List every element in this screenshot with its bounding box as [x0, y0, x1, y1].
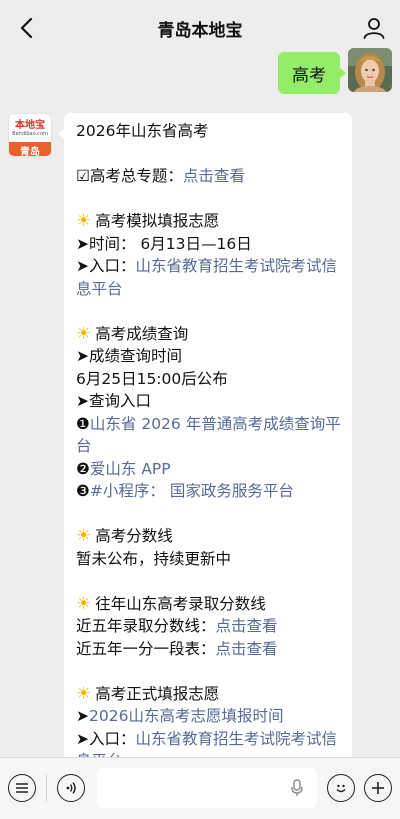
bot-avatar-logo: 本地宝 Bendibao.com [9, 114, 51, 142]
apply-time: ➤2026山东高考志愿填报时间 [76, 705, 342, 728]
score-entry-3: ❸#小程序： 国家政务服务平台 [76, 480, 342, 503]
back-button[interactable] [10, 12, 42, 44]
profile-button[interactable] [358, 12, 390, 44]
section-score-title-text: 高考成绩查询 [95, 324, 189, 343]
score-entry-2: ❷爱山东 APP [76, 458, 342, 481]
sun-icon: ☀ [76, 323, 92, 344]
cutoff-status: 暂未公布，持续更新中 [76, 549, 232, 568]
menu-list-icon [16, 783, 28, 793]
history-cutoff-label: 近五年录取分数线： [76, 617, 216, 635]
section-mock-title: ☀ 高考模拟填报志愿 [76, 210, 342, 233]
score-entry-1: ❶山东省 2026 年普通高考成绩查询平台 [76, 413, 342, 458]
score-entry-2-link[interactable]: 爱山东 APP [90, 460, 171, 478]
mock-time: ➤时间： 6月13日—16日 [76, 234, 252, 253]
menu-button[interactable] [8, 774, 36, 802]
input-bar-divider [46, 775, 47, 801]
bot-message-bubble: 2026年山东省高考 ☑高考总专题：点击查看 ☀ 高考模拟填报志愿 ➤时间： 6月… [64, 113, 352, 763]
topic-link[interactable]: 点击查看 [183, 167, 245, 185]
mock-entry: ➤入口：山东省教育招生考试院考试信息平台 [76, 255, 342, 300]
section-history-title-text: 往年山东高考录取分数线 [95, 594, 266, 613]
history-rank-label: 近五年一分一段表： [76, 639, 216, 658]
user-avatar-image [348, 48, 392, 92]
section-score-title: ☀ 高考成绩查询 [76, 323, 342, 346]
voice-button[interactable] [57, 774, 85, 802]
chevron-left-icon [20, 17, 33, 39]
emoji-icon [336, 784, 346, 793]
user-message-text: 高考 [292, 65, 326, 86]
section-mock-title-text: 高考模拟填报志愿 [95, 212, 220, 230]
user-message-bubble[interactable]: 高考 [278, 52, 346, 94]
person-icon [363, 18, 385, 39]
message-title: 2026年山东省高考 [76, 122, 209, 140]
score-entry-1-link[interactable]: 山东省 2026 年普通高考成绩查询平台 [76, 415, 341, 456]
plus-button[interactable] [364, 774, 392, 802]
mic-icon[interactable] [291, 779, 303, 797]
bot-avatar[interactable]: 本地宝 Bendibao.com 青岛 [8, 113, 52, 157]
score-time-value: 6月25日15:00后公布 [76, 369, 228, 388]
bot-avatar-site: Bendibao.com [12, 130, 48, 137]
score-entry-2-num: ❷ [76, 459, 90, 478]
sun-icon: ☀ [76, 683, 92, 704]
bot-avatar-logo-text: 本地宝 [15, 119, 45, 131]
bot-avatar-city: 青岛 [9, 142, 51, 156]
voice-icon [66, 782, 76, 794]
section-cutoff-title-text: 高考分数线 [95, 527, 173, 545]
apply-time-arrow: ➤ [76, 707, 89, 725]
history-rank: 近五年一分一段表：点击查看 [76, 638, 342, 661]
topic-label: ☑高考总专题： [76, 167, 183, 185]
apply-entry-label: ➤入口： [76, 729, 136, 748]
history-cutoff: 近五年录取分数线：点击查看 [76, 615, 342, 638]
topic-line: ☑高考总专题：点击查看 [76, 165, 342, 188]
user-avatar[interactable] [348, 48, 392, 92]
section-history-title: ☀ 往年山东高考录取分数线 [76, 593, 342, 616]
score-entry-3-link[interactable]: #小程序： 国家政务服务平台 [90, 482, 294, 500]
section-apply-title-text: 高考正式填报志愿 [95, 684, 220, 703]
history-rank-link[interactable]: 点击查看 [216, 640, 278, 658]
sun-icon: ☀ [76, 526, 92, 546]
section-cutoff-title: ☀ 高考分数线 [76, 525, 342, 548]
input-bar [0, 757, 400, 819]
message-input[interactable] [97, 768, 317, 808]
emoji-button[interactable] [327, 774, 355, 802]
sun-icon: ☀ [76, 593, 92, 614]
score-entry-1-num: ❶ [76, 414, 90, 433]
sun-icon: ☀ [76, 211, 92, 231]
apply-time-link[interactable]: 2026山东高考志愿填报时间 [89, 707, 283, 725]
plus-icon [372, 782, 384, 794]
history-cutoff-link[interactable]: 点击查看 [216, 617, 278, 635]
mock-entry-label: ➤入口： [76, 257, 136, 275]
chat-title: 青岛本地宝 [157, 20, 243, 41]
score-entry-label: ➤查询入口 [76, 392, 151, 410]
score-time-label: ➤成绩查询时间 [76, 347, 182, 365]
section-apply-title: ☀ 高考正式填报志愿 [76, 683, 342, 706]
score-entry-3-num: ❸ [76, 482, 90, 500]
chat-header: 青岛本地宝 [0, 0, 400, 56]
